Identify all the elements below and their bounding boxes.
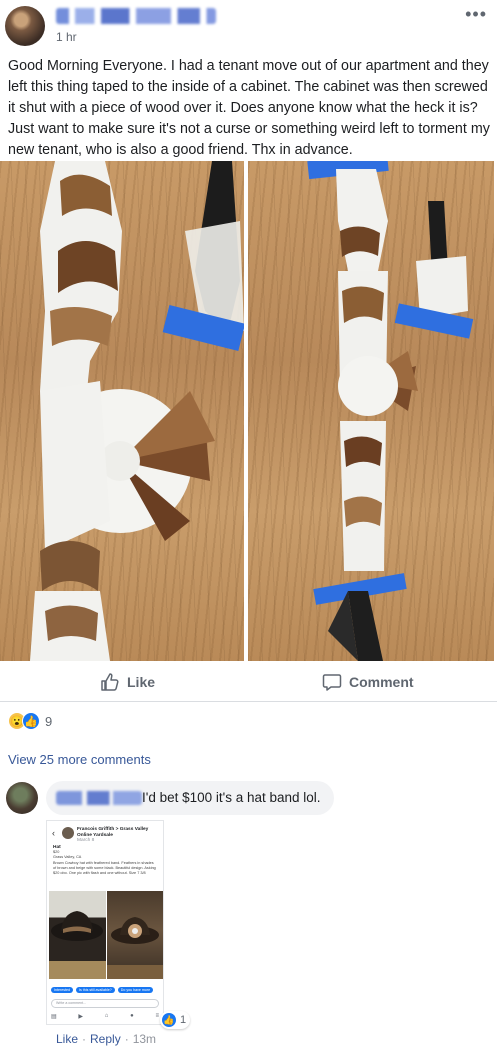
separator-dot: · (82, 1032, 87, 1046)
comment-reaction-count: 1 (180, 1014, 187, 1026)
comment-actions: Like · Reply · 13m (56, 1032, 156, 1046)
chip-interested: Interested (51, 987, 73, 993)
attachment-header: ‹ Francois Griffith > Grass Valley Onlin… (52, 826, 160, 843)
post-header: 1 hr ••• (0, 0, 497, 52)
chip-still-available: Is this still available? (75, 987, 115, 993)
post-text: Good Morning Everyone. I had a tenant mo… (8, 58, 490, 158)
separator-dot: · (124, 1032, 129, 1046)
listing-photo-hat-noflash (107, 891, 163, 979)
listing-photo-hat-flash (49, 891, 106, 979)
post-timestamp[interactable]: 1 hr (56, 30, 77, 44)
nav-bell-icon: ● (130, 1013, 134, 1019)
listing-bottom-nav: ▤ ▶ ⌂ ● ≡ (51, 1013, 159, 1020)
attachment-avatar (62, 827, 74, 839)
listing-quick-replies: Interested Is this still available? Do y… (51, 987, 154, 993)
commenter-name-redacted[interactable] (56, 791, 142, 805)
post-photos[interactable] (0, 161, 497, 661)
comment-icon (322, 674, 342, 691)
nav-menu-icon: ≡ (155, 1013, 159, 1019)
comment-like-link[interactable]: Like (56, 1032, 78, 1046)
comment-attachment-image[interactable]: ‹ Francois Griffith > Grass Valley Onlin… (46, 820, 164, 1025)
attachment-poster-name: Francois Griffith > Grass Valley Online … (77, 827, 149, 843)
comment-bubble: I'd bet $100 it's a hat band lol. (46, 781, 334, 815)
like-label: Like (127, 674, 156, 690)
post-time: 1 hr (56, 30, 77, 44)
photo-right[interactable] (248, 161, 494, 661)
chip-have-more: Do you have more (117, 987, 154, 993)
poster-name-redacted[interactable] (56, 8, 216, 24)
like-button[interactable]: Like (100, 671, 155, 693)
nav-market-icon: ⌂ (104, 1013, 109, 1019)
comment-time[interactable]: 13m (133, 1032, 156, 1046)
poster-avatar[interactable] (5, 6, 45, 46)
like-reaction-icon: 👍 (22, 712, 40, 730)
commenter-avatar[interactable] (6, 782, 38, 814)
nav-home-icon: ▤ (51, 1014, 57, 1020)
photo-left[interactable] (0, 161, 244, 661)
comment-label: Comment (349, 674, 414, 690)
comment-text: I'd bet $100 it's a hat band lol. (142, 790, 321, 805)
view-more-comments-link[interactable]: View 25 more comments (8, 752, 151, 767)
feather-object-left (30, 161, 244, 661)
attachment-listing-text: Hat $20 Grass Valley, CA Brown Cowboy ha… (53, 845, 157, 876)
comment-reaction-summary[interactable]: 👍 1 (160, 1011, 191, 1029)
listing-comment-input: Write a comment... (51, 999, 159, 1008)
comment-reply-link[interactable]: Reply (90, 1032, 121, 1046)
nav-video-icon: ▶ (78, 1014, 84, 1020)
back-arrow-icon: ‹ (52, 828, 55, 838)
reaction-count: 9 (45, 713, 53, 729)
feather-object-right (307, 161, 474, 661)
post-actions: Like Comment (0, 662, 497, 702)
thumbs-up-icon (101, 673, 119, 691)
like-reaction-icon: 👍 (161, 1012, 177, 1028)
listing-description: Brown Cowboy hat with feathered band. Fe… (53, 860, 156, 876)
reaction-summary[interactable]: 😮 👍 9 (8, 711, 52, 731)
more-dots-icon[interactable]: ••• (465, 4, 487, 25)
comment-button[interactable]: Comment (322, 671, 414, 693)
